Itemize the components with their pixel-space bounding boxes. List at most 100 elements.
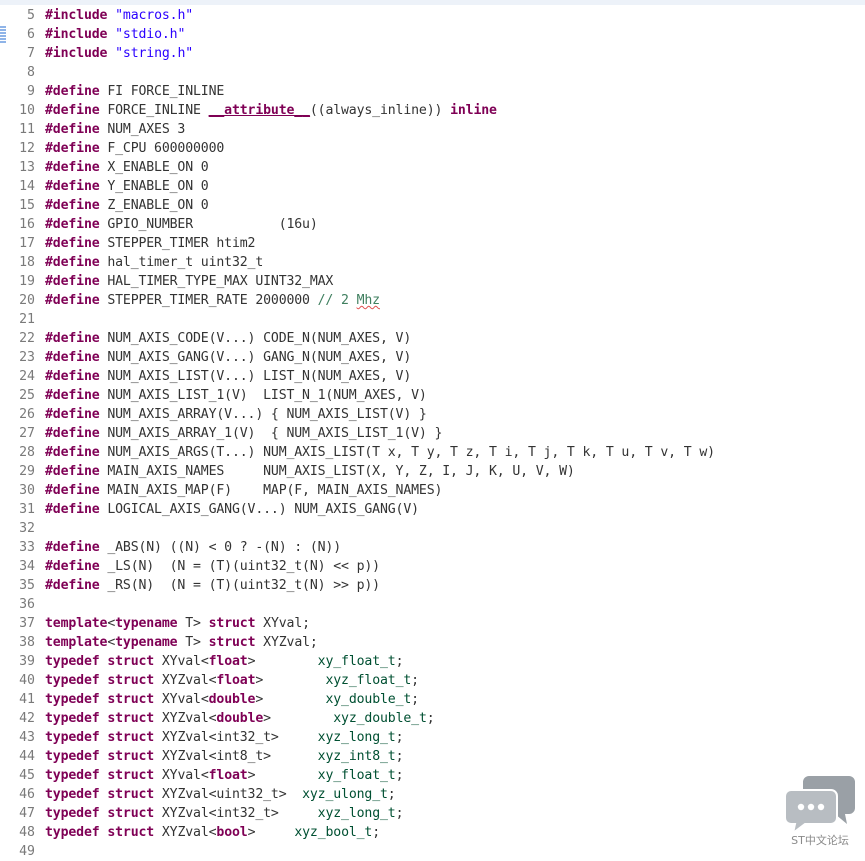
code-token: #define (45, 160, 100, 175)
code-text: #define NUM_AXIS_CODE(V...) CODE_N(NUM_A… (45, 329, 411, 348)
code-token: #define (45, 407, 100, 422)
code-token: template (45, 635, 108, 650)
code-line[interactable]: 34 #define _LS(N) (N = (T)(uint32_t(N) <<… (0, 557, 865, 576)
code-token: float (208, 768, 248, 783)
code-line[interactable]: 5 #include "macros.h" (0, 6, 865, 25)
code-token: hal_timer_t uint32_t (99, 255, 264, 270)
code-token: T> (177, 616, 209, 631)
code-line[interactable]: 21 (0, 310, 865, 329)
code-line[interactable]: 48 typedef struct XYZval<bool> xyz_bool_t… (0, 823, 865, 842)
code-token: #define (45, 141, 100, 156)
code-line[interactable]: 25 #define NUM_AXIS_LIST_1(V) LIST_N_1(NU… (0, 386, 865, 405)
code-token: "stdio.h" (115, 27, 186, 42)
code-text: #define STEPPER_TIMER htim2 (45, 234, 255, 253)
code-line[interactable]: 17 #define STEPPER_TIMER htim2 (0, 234, 865, 253)
line-number: 43 (19, 730, 35, 745)
code-line[interactable]: 45 typedef struct XYval<float> xy_float_t… (0, 766, 865, 785)
code-line[interactable]: 29 #define MAIN_AXIS_NAMES NUM_AXIS_LIST(… (0, 462, 865, 481)
code-token: typedef (45, 825, 100, 840)
code-token: NUM_AXIS_CODE(V...) CODE_N(NUM_AXES, V) (99, 331, 412, 346)
line-number: 30 (19, 483, 35, 498)
code-line[interactable]: 42 typedef struct XYZval<double> xyz_doub… (0, 709, 865, 728)
code-token: > (255, 692, 326, 707)
code-text: typedef struct XYZval<float> xyz_float_t… (45, 671, 419, 690)
code-token: NUM_AXIS_ARGS(T...) NUM_AXIS_LIST(T x, T… (99, 445, 715, 460)
code-line[interactable]: 9 #define FI FORCE_INLINE (0, 82, 865, 101)
code-line[interactable]: 20 #define STEPPER_TIMER_RATE 2000000 // … (0, 291, 865, 310)
code-text: #define X_ENABLE_ON 0 (45, 158, 209, 177)
code-line[interactable]: 16 #define GPIO_NUMBER (16u) (0, 215, 865, 234)
line-number: 45 (19, 768, 35, 783)
code-line[interactable]: 8 (0, 63, 865, 82)
code-line[interactable]: 12 #define F_CPU 600000000 (0, 139, 865, 158)
code-line[interactable]: 39 typedef struct XYval<float> xy_float_t… (0, 652, 865, 671)
code-line[interactable]: 13 #define X_ENABLE_ON 0 (0, 158, 865, 177)
code-line[interactable]: 28 #define NUM_AXIS_ARGS(T...) NUM_AXIS_L… (0, 443, 865, 462)
code-line[interactable]: 35 #define _RS(N) (N = (T)(uint32_t(N) >>… (0, 576, 865, 595)
code-line[interactable]: 32 (0, 519, 865, 538)
code-token: xyz_float_t (325, 673, 412, 688)
code-token: ; (395, 730, 404, 745)
code-line[interactable]: 31 #define LOGICAL_AXIS_GANG(V...) NUM_AX… (0, 500, 865, 519)
code-line[interactable]: 24 #define NUM_AXIS_LIST(V...) LIST_N(NUM… (0, 367, 865, 386)
code-line[interactable]: 26 #define NUM_AXIS_ARRAY(V...) { NUM_AXI… (0, 405, 865, 424)
code-line[interactable]: 19 #define HAL_TIMER_TYPE_MAX UINT32_MAX (0, 272, 865, 291)
code-line[interactable]: 33 #define _ABS(N) ((N) < 0 ? -(N) : (N)) (0, 538, 865, 557)
code-line[interactable]: 44 typedef struct XYZval<int8_t> xyz_int8… (0, 747, 865, 766)
code-line[interactable]: 38 template<typename T> struct XYZval; (0, 633, 865, 652)
code-token: #define (45, 236, 100, 251)
code-line[interactable]: 23 #define NUM_AXIS_GANG(V...) GANG_N(NUM… (0, 348, 865, 367)
line-number: 22 (19, 331, 35, 346)
code-token: struct (107, 749, 155, 764)
code-token: #define (45, 502, 100, 517)
code-token: #define (45, 483, 100, 498)
code-token: #define (45, 84, 100, 99)
code-line[interactable]: 14 #define Y_ENABLE_ON 0 (0, 177, 865, 196)
code-line[interactable]: 43 typedef struct XYZval<int32_t> xyz_lon… (0, 728, 865, 747)
code-token: xyz_double_t (333, 711, 427, 726)
code-line[interactable]: 6 #include "stdio.h" (0, 25, 865, 44)
code-line[interactable]: 37 template<typename T> struct XYval; (0, 614, 865, 633)
code-text: #define FI FORCE_INLINE (45, 82, 224, 101)
code-line[interactable]: 22 #define NUM_AXIS_CODE(V...) CODE_N(NUM… (0, 329, 865, 348)
code-token: #include (45, 27, 108, 42)
line-number: 19 (19, 274, 35, 289)
editor-top-band (0, 0, 865, 5)
code-token: ; (372, 825, 381, 840)
code-line[interactable]: 10 #define FORCE_INLINE __attribute__((al… (0, 101, 865, 120)
code-token: NUM_AXIS_LIST(V...) LIST_N(NUM_AXES, V) (99, 369, 412, 384)
line-number: 9 (27, 84, 35, 99)
code-token: XYval< (154, 692, 209, 707)
code-token: _LS(N) (N = (T)(uint32_t(N) << p)) (99, 559, 380, 574)
code-text: #define Z_ENABLE_ON 0 (45, 196, 209, 215)
code-text: typedef struct XYZval<bool> xyz_bool_t; (45, 823, 380, 842)
code-line[interactable]: 47 typedef struct XYZval<int32_t> xyz_lon… (0, 804, 865, 823)
code-line[interactable]: 7 #include "string.h" (0, 44, 865, 63)
code-line[interactable]: 46 typedef struct XYZval<uint32_t> xyz_ul… (0, 785, 865, 804)
code-token: float (216, 673, 256, 688)
line-number: 11 (19, 122, 35, 137)
code-line[interactable]: 15 #define Z_ENABLE_ON 0 (0, 196, 865, 215)
code-token: ; (395, 749, 404, 764)
code-token: HAL_TIMER_TYPE_MAX UINT32_MAX (99, 274, 334, 289)
code-line[interactable]: 41 typedef struct XYval<double> xy_double… (0, 690, 865, 709)
line-number: 26 (19, 407, 35, 422)
code-editor[interactable]: 5 #include "macros.h" 6 #include "stdio.h" 7… (0, 6, 865, 861)
code-token: XYZval<int32_t> (154, 730, 318, 745)
code-line[interactable]: 49 (0, 842, 865, 861)
code-text: typedef struct XYZval<int32_t> xyz_long_… (45, 804, 404, 823)
code-line[interactable]: 27 #define NUM_AXIS_ARRAY_1(V) { NUM_AXIS… (0, 424, 865, 443)
code-text: #define NUM_AXES 3 (45, 120, 185, 139)
code-line[interactable]: 11 #define NUM_AXES 3 (0, 120, 865, 139)
code-token: #define (45, 350, 100, 365)
code-line[interactable]: 18 #define hal_timer_t uint32_t (0, 253, 865, 272)
code-line[interactable]: 40 typedef struct XYZval<float> xyz_float… (0, 671, 865, 690)
code-token: struct (107, 787, 155, 802)
code-line[interactable]: 30 #define MAIN_AXIS_MAP(F) MAP(F, MAIN_A… (0, 481, 865, 500)
code-line[interactable]: 36 (0, 595, 865, 614)
code-text: typedef struct XYZval<int8_t> xyz_int8_t… (45, 747, 404, 766)
line-number: 18 (19, 255, 35, 270)
code-token: typedef (45, 711, 100, 726)
